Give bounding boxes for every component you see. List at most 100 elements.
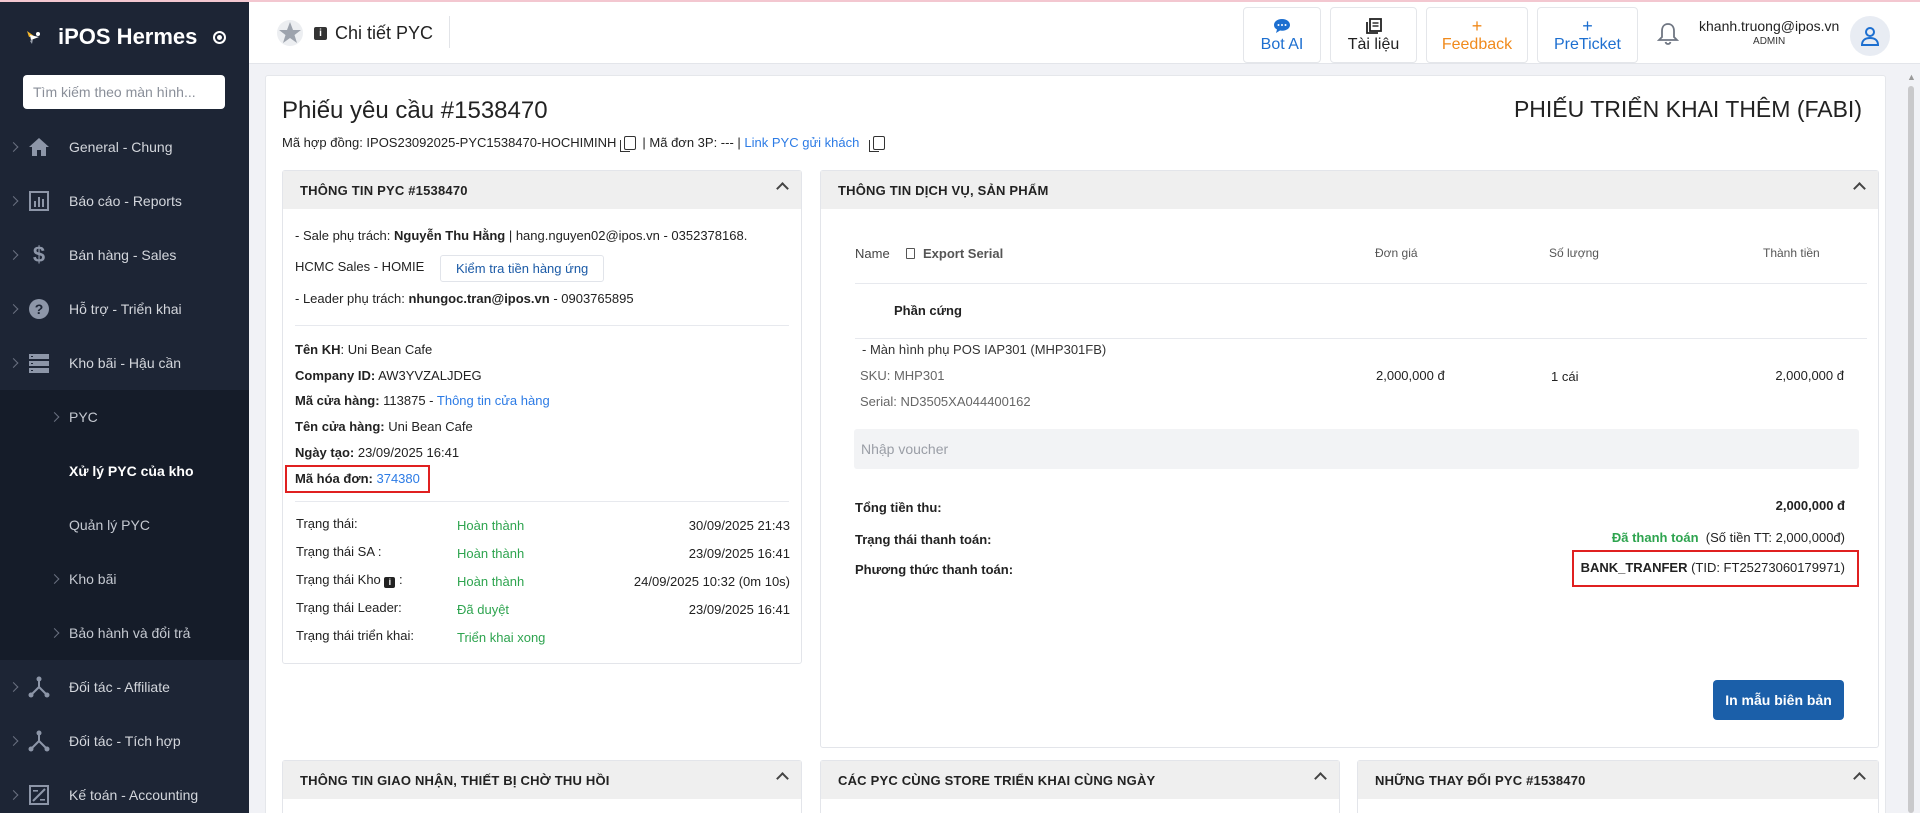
chevron-right-icon — [8, 790, 19, 800]
divider — [295, 325, 789, 326]
sidebar-subitem-pyc[interactable]: PYC — [0, 390, 249, 444]
svg-text:?: ? — [35, 301, 44, 317]
preticket-button[interactable]: + PreTicket — [1537, 7, 1638, 63]
chevron-right-icon — [8, 304, 19, 314]
sidebar-item-reports[interactable]: Báo cáo - Reports — [0, 174, 249, 228]
chevron-right-icon — [8, 682, 19, 692]
docs-button[interactable]: Tài liệu — [1330, 7, 1417, 63]
print-template-button[interactable]: In mẫu biên bản — [1713, 680, 1844, 720]
divider — [295, 501, 789, 502]
sidebar-item-accounting[interactable]: Kế toán - Accounting — [0, 768, 249, 813]
company-line: Company ID: AW3YVZALJDEG — [295, 368, 482, 383]
status-label: Trạng thái: — [296, 516, 358, 531]
help-icon: ? — [27, 297, 51, 321]
product-total: 2,000,000 đ — [1775, 368, 1844, 383]
status-value: Hoàn thành — [457, 574, 525, 589]
status-value: Hoàn thành — [457, 546, 525, 561]
panel-header[interactable]: NHỮNG THAY ĐỔI PYC #1538470 — [1358, 761, 1878, 799]
copy-icon[interactable] — [620, 135, 637, 152]
customer-link[interactable]: Link PYC gửi khách — [744, 135, 859, 150]
chevron-up-icon[interactable] — [1853, 772, 1866, 785]
status-value: Triển khai xong — [457, 630, 546, 645]
sidebar-item-warehouse[interactable]: Kho bãi - Hậu cần — [0, 336, 249, 390]
sidebar-subitem-warehouse[interactable]: Kho bãi — [0, 552, 249, 606]
store-info-link[interactable]: Thông tin cửa hàng — [437, 393, 550, 408]
feedback-button[interactable]: + Feedback — [1426, 7, 1528, 63]
leader-phone: - 0903765895 — [549, 291, 634, 306]
chevron-up-icon[interactable] — [1853, 182, 1866, 195]
info-icon: i — [314, 27, 327, 40]
payment-status-badge: Đã thanh toán — [1611, 530, 1699, 545]
avatar[interactable] — [1850, 16, 1890, 56]
sidebar-item-sales[interactable]: $ Bán hàng - Sales — [0, 228, 249, 282]
payment-method-tid: (TID: FT25273060179971) — [1687, 560, 1845, 575]
status-date: 23/09/2025 16:41 — [688, 602, 790, 617]
page-title-text: Chi tiết PYC — [335, 23, 434, 43]
sidebar-subitem-warranty[interactable]: Bảo hành và đổi trả — [0, 606, 249, 660]
chevron-up-icon[interactable] — [1314, 772, 1327, 785]
sidebar-subitem-manage-pyc[interactable]: Quản lý PYC — [0, 498, 249, 552]
page-title: i Chi tiết PYC — [314, 23, 433, 44]
app-name: iPOS Hermes — [58, 24, 198, 49]
sidebar-item-label: Đối tác - Tích hợp — [69, 733, 181, 749]
scrollbar-thumb[interactable] — [1908, 86, 1914, 813]
bot-ai-button[interactable]: Bot AI — [1243, 7, 1321, 63]
product-serial: Serial: ND3505XA044400162 — [860, 394, 1031, 409]
sidebar-search-input[interactable] — [23, 75, 225, 109]
star-favorite-icon[interactable] — [276, 19, 304, 47]
status-label-text: Trạng thái Kho — [296, 572, 381, 587]
info-icon[interactable]: i — [384, 577, 396, 588]
panel-title: THÔNG TIN GIAO NHẬN, THIẾT BỊ CHỜ THU HỒ… — [300, 772, 610, 788]
request-title: Phiếu yêu cầu #1538470 — [282, 97, 548, 124]
status-date: 24/09/2025 10:32 (0m 10s) — [633, 574, 790, 589]
sidebar-subitem-label: Quản lý PYC — [69, 517, 150, 533]
chevron-up-icon[interactable] — [776, 182, 789, 195]
user-info[interactable]: khanh.truong@ipos.vn ADMIN — [1699, 18, 1839, 47]
delivery-panel: THÔNG TIN GIAO NHẬN, THIẾT BỊ CHỜ THU HỒ… — [282, 760, 802, 813]
status-date: 30/09/2025 21:43 — [688, 518, 790, 533]
scroll-up-arrow-icon[interactable]: ▲ — [1907, 72, 1916, 82]
column-total: Thành tiền — [1763, 246, 1820, 260]
invoice-label: Mã hóa đơn: — [295, 471, 373, 486]
panel-header[interactable]: THÔNG TIN DỊCH VỤ, SẢN PHẨM — [821, 171, 1878, 209]
panel-header[interactable]: CÁC PYC CÙNG STORE TRIỂN KHAI CÙNG NGÀY — [821, 761, 1339, 799]
status-date: 23/09/2025 16:41 — [688, 546, 790, 561]
home-icon — [27, 135, 51, 159]
voucher-input[interactable] — [854, 429, 1859, 469]
sidebar-subitem-process-pyc[interactable]: Xử lý PYC của kho — [0, 444, 249, 498]
bell-icon[interactable] — [1657, 22, 1679, 46]
sidebar-subnav: PYC Xử lý PYC của kho Quản lý PYC Kho bã… — [0, 390, 249, 660]
preticket-label: PreTicket — [1554, 36, 1621, 53]
service-panel: THÔNG TIN DỊCH VỤ, SẢN PHẨM Name Export … — [820, 170, 1879, 748]
export-serial-button[interactable]: Export Serial — [906, 246, 1003, 261]
chevron-up-icon[interactable] — [776, 772, 789, 785]
product-price: 2,000,000 đ — [1376, 368, 1445, 383]
sidebar-item-affiliate[interactable]: Đối tác - Affiliate — [0, 660, 249, 714]
check-advance-button[interactable]: Kiểm tra tiền hàng ứng — [440, 255, 605, 282]
chevron-right-icon — [49, 412, 60, 422]
copy-icon[interactable] — [869, 135, 886, 152]
sidebar-item-general[interactable]: General - Chung — [0, 120, 249, 174]
network-icon — [27, 729, 51, 753]
sidebar-item-integration[interactable]: Đối tác - Tích hợp — [0, 714, 249, 768]
sidebar-subitem-label: Kho bãi — [69, 571, 117, 587]
column-name: Name — [855, 246, 890, 261]
contract-line: Mã hợp đồng: IPOS23092025-PYC1538470-HOC… — [282, 135, 891, 152]
panel-header[interactable]: THÔNG TIN PYC #1538470 — [283, 171, 801, 209]
invoice-link[interactable]: 374380 — [376, 471, 419, 486]
status-value: Đã duyệt — [457, 602, 510, 617]
total-value: 2,000,000 đ — [1775, 498, 1845, 513]
panel-header[interactable]: THÔNG TIN GIAO NHẬN, THIẾT BỊ CHỜ THU HỒ… — [283, 761, 801, 799]
sidebar-item-support[interactable]: ? Hỗ trợ - Triển khai — [0, 282, 249, 336]
column-qty: Số lượng — [1549, 246, 1599, 260]
request-type: PHIẾU TRIỂN KHAI THÊM (FABI) — [1513, 96, 1862, 122]
export-serial-label: Export Serial — [923, 246, 1004, 261]
created-label: Ngày tạo: — [295, 445, 355, 460]
dollar-icon: $ — [32, 242, 46, 267]
plus-icon: + — [1582, 16, 1593, 36]
sidebar-nav: General - Chung Báo cáo - Reports $ Bán … — [0, 120, 249, 813]
documents-icon — [1365, 16, 1382, 36]
store-name-value: Uni Bean Cafe — [384, 419, 473, 434]
brand[interactable]: iPOS Hermes — [24, 24, 227, 50]
radio-dot-icon[interactable] — [213, 30, 227, 44]
